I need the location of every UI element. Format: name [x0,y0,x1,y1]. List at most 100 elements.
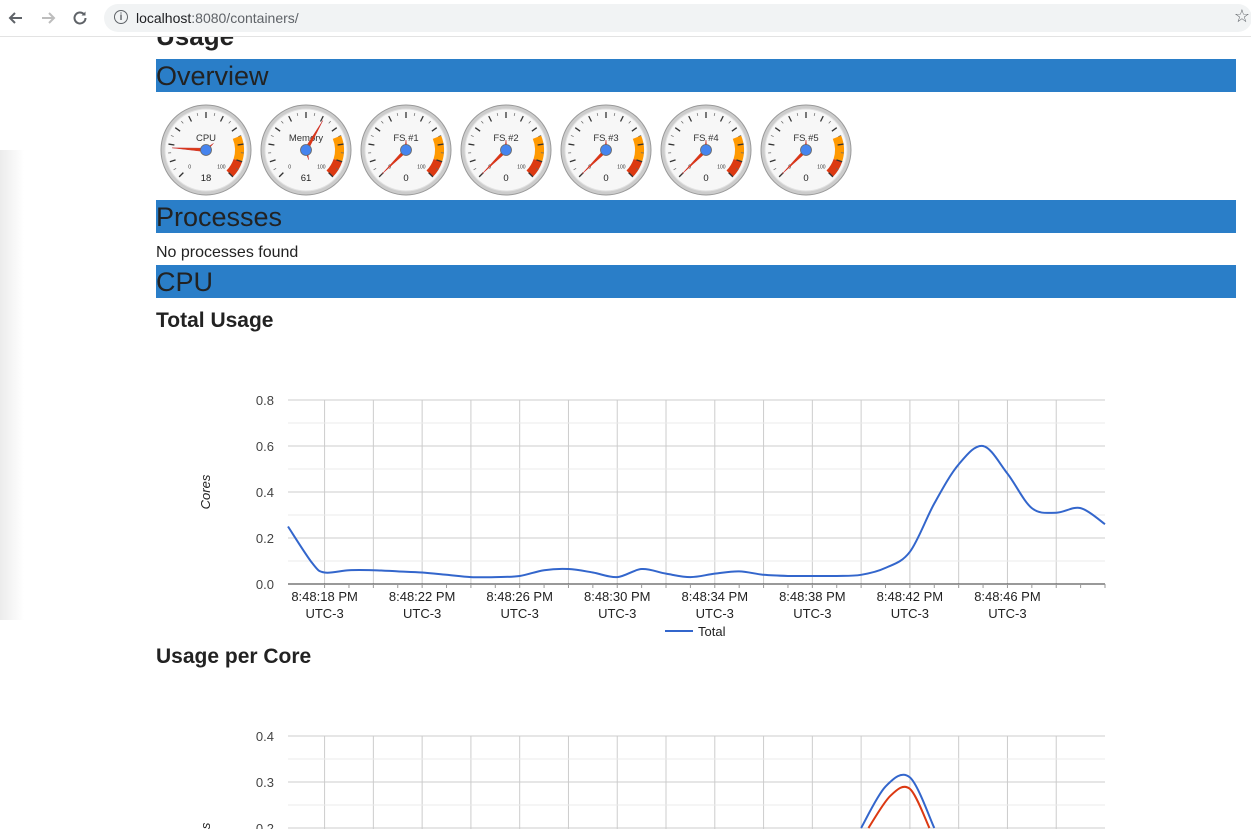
gauge-major-tick [237,143,244,146]
x-tick-label-tz: UTC-3 [501,606,539,621]
gauge-major-tick [637,143,644,146]
gauge-hub [300,144,312,156]
gauge-major-tick [837,143,844,146]
usage-per-core-chart: 0.2 0.3 0.4 Cores [198,729,1105,829]
address-bar[interactable]: i localhost:8080/containers/ ☆ [104,4,1251,32]
gauge-major-tick [468,143,475,146]
gauge-major-tick [668,143,675,146]
gauge-major-tick [268,143,275,146]
x-tick-label-tz: UTC-3 [305,606,343,621]
x-tick-label: 8:48:38 PM [779,589,846,604]
y-tick-label: 0.0 [256,577,274,592]
core-series-line-1 [860,773,936,829]
gauge-hub [600,144,612,156]
gauge-value: 0 [403,173,408,184]
x-tick-label-tz: UTC-3 [403,606,441,621]
back-button[interactable] [6,8,26,28]
x-tick-label: 8:48:34 PM [682,589,749,604]
gauge-max-label: 100 [517,164,526,170]
bookmark-star-icon[interactable]: ☆ [1234,6,1250,27]
gauge-major-tick [337,143,344,146]
x-tick-label: 8:48:30 PM [584,589,651,604]
gauge-major-tick [537,143,544,146]
gauge-max-label: 100 [717,164,726,170]
gauge-value: 61 [301,173,312,184]
gauge-hub [700,144,712,156]
reload-icon [73,11,87,25]
series-line-total [287,444,1106,579]
info-icon[interactable]: i [114,10,128,24]
gauge-label: CPU [196,133,216,144]
url-text: localhost:8080/containers/ [136,10,299,26]
y-tick-label: 0.2 [256,821,274,829]
y-tick-label: 0.4 [256,729,274,744]
page-heading: Usage [156,37,234,52]
y-tick-label: 0.4 [256,485,274,500]
section-processes: Processes [156,200,1236,233]
arrow-left-icon [8,12,22,24]
heading-clip: Usage [156,37,1236,53]
y-tick-label: 0.6 [256,439,274,454]
url-path: :8080/containers/ [191,10,299,26]
gauge-min-label: 0 [188,164,191,170]
gauge-4: FS #201000 [460,104,552,196]
usage-per-core-title: Usage per Core [156,645,312,668]
gauge-max-label: 100 [417,164,426,170]
browser-toolbar: i localhost:8080/containers/ ☆ [0,0,1251,37]
gauge-value: 0 [703,173,708,184]
x-tick-label: 8:48:26 PM [486,589,552,604]
y-tick-label: 0.3 [256,775,274,790]
arrow-right-icon [42,12,56,24]
x-tick-label-tz: UTC-3 [793,606,831,621]
section-overview-title: Overview [156,61,269,91]
gauge-value: 18 [201,173,212,184]
x-tick-label: 8:48:18 PM [291,589,358,604]
gauge-5: FS #301000 [560,104,652,196]
gauge-value: 0 [503,173,508,184]
x-tick-label: 8:48:42 PM [877,589,944,604]
reload-button[interactable] [70,8,90,28]
gauge-major-tick [768,143,775,146]
gauge-1: CPU 0 100 18 [160,104,252,196]
gauge-hub [200,144,212,156]
x-tick-label: 8:48:22 PM [389,589,456,604]
y-tick-label: 0.2 [256,531,274,546]
y-axis-label: Cores [198,474,213,509]
gauge-label: Memory [289,133,324,144]
gauge-6: FS #401000 [660,104,752,196]
gauge-max-label: 100 [617,164,626,170]
section-processes-title: Processes [156,202,283,232]
section-overview: Overview [156,59,1236,92]
section-cpu: CPU [156,265,1236,298]
gauge-min-label: 0 [288,164,291,170]
y-axis-label: Cores [198,822,213,829]
gauge-3: FS #101000 [360,104,452,196]
x-tick-label-tz: UTC-3 [891,606,929,621]
gauge-7: FS #501000 [760,104,852,196]
gauge-major-tick [568,143,575,146]
gauge-max-label: 100 [217,164,226,170]
gauge-major-tick [368,143,375,146]
gauge-major-tick [737,143,744,146]
x-tick-label-tz: UTC-3 [598,606,636,621]
no-processes-message: No processes found [156,244,299,261]
section-cpu-title: CPU [156,267,214,297]
gauge-value: 0 [803,173,808,184]
gauge-major-tick [168,143,175,146]
forward-button[interactable] [38,8,58,28]
total-usage-title: Total Usage [156,309,274,332]
gauge-max-label: 100 [317,164,326,170]
url-host: localhost [136,10,192,26]
x-tick-label-tz: UTC-3 [988,606,1026,621]
gauge-hub [800,144,812,156]
y-tick-label: 0.8 [256,393,274,408]
gauge-value: 0 [603,173,608,184]
left-edge-shadow [0,150,24,620]
x-tick-label-tz: UTC-3 [696,606,734,621]
gauge-2: Memory 0 100 61 [260,104,352,196]
gauge-major-tick [437,143,444,146]
gauge-max-label: 100 [817,164,826,170]
x-tick-label: 8:48:46 PM [974,589,1041,604]
gauge-hub [500,144,512,156]
gauge-hub [400,144,412,156]
